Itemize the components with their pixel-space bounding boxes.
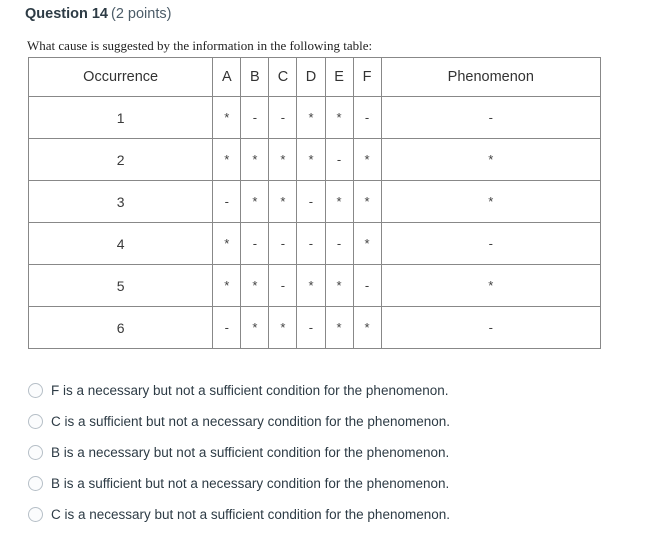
table-header-row: Occurrence A B C D E F Phenomenon (27, 57, 602, 97)
cell-occurrence: 3 (27, 180, 214, 223)
column-header-occurrence: Occurrence (27, 57, 214, 97)
table-body: 1 * - - * * - -2 * * * * - * * 3- * * - * * * 4 * - - - - * -5 * * - * * - *… (27, 96, 602, 349)
cell-a: * (212, 264, 242, 307)
cell-e: - (324, 222, 354, 265)
cell-c: * (268, 180, 298, 223)
cell-b: * (240, 180, 270, 223)
cell-e: * (324, 96, 354, 139)
radio-button-3[interactable] (28, 445, 43, 460)
option-row-1[interactable]: F is a necessary but not a sufficient co… (28, 375, 628, 406)
cell-d: * (296, 138, 326, 181)
cell-d: - (296, 180, 326, 223)
cell-a: - (212, 180, 242, 223)
column-header-phenomenon: Phenomenon (380, 57, 602, 97)
cell-b: * (240, 264, 270, 307)
column-header-b: B (240, 57, 270, 97)
column-header-c: C (268, 57, 298, 97)
table-row: 2 * * * * - * * (27, 138, 602, 181)
radio-button-1[interactable] (28, 383, 43, 398)
question-prompt: What cause is suggested by the informati… (27, 38, 373, 53)
cell-f: * (352, 306, 382, 349)
cell-b: * (240, 306, 270, 349)
cell-a: * (212, 138, 242, 181)
cell-d: - (296, 222, 326, 265)
cell-a: * (212, 222, 242, 265)
cell-f: * (352, 222, 382, 265)
option-row-3[interactable]: B is a necessary but not a sufficient co… (28, 437, 628, 468)
cell-c: - (268, 96, 298, 139)
cell-phenomenon: * (380, 138, 602, 181)
question-points: (2 points) (111, 6, 172, 22)
table-row: 1 * - - * * - - (27, 96, 602, 139)
cell-phenomenon: * (380, 180, 602, 223)
radio-button-2[interactable] (28, 414, 43, 429)
column-header-f: F (352, 57, 382, 97)
evidence-table: Occurrence A B C D E F Phenomenon 1 * - - * *… (27, 57, 602, 349)
column-header-d: D (296, 57, 326, 97)
cell-a: * (212, 96, 242, 139)
radio-button-4[interactable] (28, 476, 43, 491)
question-header: Question 14 (2 points) (25, 5, 171, 23)
option-row-2[interactable]: C is a sufficient but not a necessary co… (28, 406, 628, 437)
cell-e: * (324, 264, 354, 307)
column-header-e: E (324, 57, 354, 97)
cell-occurrence: 4 (27, 222, 214, 265)
options-list: F is a necessary but not a sufficient co… (28, 375, 628, 530)
column-header-a: A (212, 57, 242, 97)
cell-occurrence: 6 (27, 306, 214, 349)
cell-e: - (324, 138, 354, 181)
question-title: Question 14 (25, 6, 108, 22)
option-row-5[interactable]: C is a necessary but not a sufficient co… (28, 499, 628, 530)
cell-phenomenon: - (380, 306, 602, 349)
cell-c: * (268, 138, 298, 181)
cell-b: * (240, 138, 270, 181)
option-label-2: C is a sufficient but not a necessary co… (51, 413, 450, 429)
cell-b: - (240, 96, 270, 139)
cell-occurrence: 5 (27, 264, 214, 307)
table-row: 5 * * - * * - * (27, 264, 602, 307)
cell-e: * (324, 180, 354, 223)
cell-occurrence: 2 (27, 138, 214, 181)
option-row-4[interactable]: B is a sufficient but not a necessary co… (28, 468, 628, 499)
cell-phenomenon: * (380, 264, 602, 307)
cell-f: - (352, 96, 382, 139)
option-label-4: B is a sufficient but not a necessary co… (51, 475, 450, 491)
table-row: 4 * - - - - * - (27, 222, 602, 265)
cell-c: * (268, 306, 298, 349)
cell-e: * (324, 306, 354, 349)
cell-d: * (296, 264, 326, 307)
cell-c: - (268, 222, 298, 265)
radio-button-5[interactable] (28, 507, 43, 522)
cell-c: - (268, 264, 298, 307)
option-label-3: B is a necessary but not a sufficient co… (51, 444, 450, 460)
option-label-1: F is a necessary but not a sufficient co… (51, 382, 449, 398)
cell-phenomenon: - (380, 96, 602, 139)
table-row: 3- * * - * * * (27, 180, 602, 223)
cell-f: * (352, 180, 382, 223)
cell-a: - (212, 306, 242, 349)
cell-b: - (240, 222, 270, 265)
cell-f: * (352, 138, 382, 181)
cell-occurrence: 1 (27, 96, 214, 139)
cell-f: - (352, 264, 382, 307)
cell-d: * (296, 96, 326, 139)
cell-phenomenon: - (380, 222, 602, 265)
table-row: 6- * * - * * - (27, 306, 602, 349)
option-label-5: C is a necessary but not a sufficient co… (51, 506, 450, 522)
cell-d: - (296, 306, 326, 349)
